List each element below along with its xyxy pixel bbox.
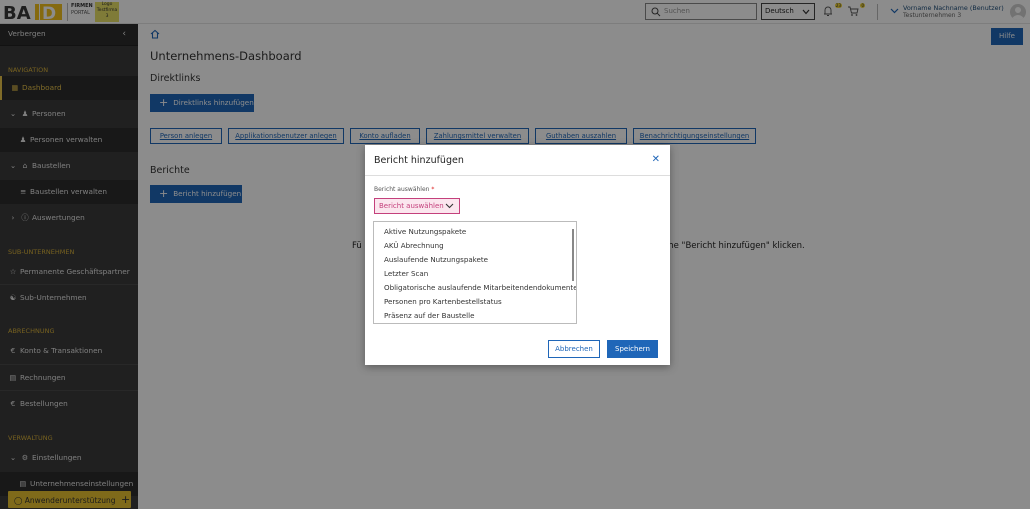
report-options-list[interactable]: Aktive Nutzungspakete AKÜ Abrechnung Aus… — [373, 221, 577, 324]
close-icon[interactable]: ✕ — [652, 154, 660, 165]
required-marker: * — [431, 186, 435, 193]
report-option[interactable]: Obligatorische auslaufende Mitarbeitende… — [384, 283, 576, 292]
cancel-button[interactable]: Abbrechen — [548, 340, 600, 358]
report-option[interactable]: Auslaufende Nutzungspakete — [384, 255, 488, 264]
report-field-label: Bericht auswählen * — [374, 186, 435, 193]
report-select-value: Bericht auswählen — [379, 202, 444, 210]
add-report-dialog: Bericht hinzufügen ✕ Bericht auswählen *… — [365, 145, 670, 365]
save-button[interactable]: Speichern — [607, 340, 658, 358]
chevron-down-icon — [445, 203, 454, 209]
report-option[interactable]: Letzter Scan — [384, 269, 428, 278]
report-option[interactable]: Personen pro Kartenbestellstatus — [384, 297, 502, 306]
report-option[interactable]: Präsenz auf der Baustelle — [384, 311, 474, 320]
dialog-divider — [365, 175, 670, 176]
report-option[interactable]: AKÜ Abrechnung — [384, 241, 444, 250]
report-select[interactable]: Bericht auswählen — [374, 198, 460, 214]
scrollbar[interactable] — [572, 229, 574, 281]
report-option[interactable]: Aktive Nutzungspakete — [384, 227, 466, 236]
dialog-title: Bericht hinzufügen — [374, 155, 464, 166]
